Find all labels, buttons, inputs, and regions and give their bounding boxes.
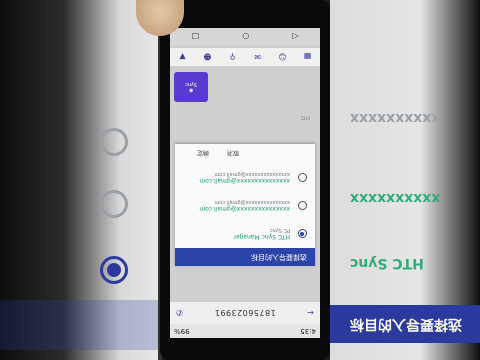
bg-radio-selected bbox=[100, 256, 128, 284]
contact-tile-label: Sync bbox=[184, 81, 198, 87]
option-sub-label: xxxxxxxxxxxxxxx@gmail.com bbox=[214, 199, 290, 206]
back-arrow-icon[interactable]: ← bbox=[306, 309, 315, 318]
background-right: xxxxxxxxxx xxxxxxxxxx HTC Sync 选择要导入的目标 bbox=[330, 0, 480, 360]
radio-unselected[interactable] bbox=[298, 201, 307, 211]
dialog-actions: 取消 确定 bbox=[175, 144, 315, 164]
navigation-bar: ◁ ○ □ bbox=[170, 28, 320, 46]
option-main-label: xxxxxxxxxxxxxxx@gmail.com bbox=[199, 177, 290, 185]
bg-text-3: HTC Sync bbox=[350, 255, 424, 271]
bg-text-title: 选择要导入的目标 bbox=[350, 316, 462, 332]
option-sub-label: PC Sync bbox=[269, 227, 290, 234]
phone: 4:35 99% ← 18756023991 ✆ HTC 选择要导入的目标 HT… bbox=[160, 0, 330, 360]
dialog-title: 选择要导入的目标 bbox=[175, 248, 315, 266]
status-bar: 4:35 99% bbox=[170, 324, 320, 338]
radio-unselected[interactable] bbox=[298, 173, 307, 183]
phone-screen: 4:35 99% ← 18756023991 ✆ HTC 选择要导入的目标 HT… bbox=[170, 28, 320, 338]
bg-title-bar bbox=[0, 300, 160, 350]
message-icon[interactable]: ✉ bbox=[253, 53, 262, 62]
option-main-label: xxxxxxxxxxxxxxx@gmail.com bbox=[199, 205, 290, 213]
background-left bbox=[0, 0, 160, 360]
bg-text-1: xxxxxxxxxx bbox=[350, 110, 441, 126]
smile-icon[interactable]: ☻ bbox=[203, 53, 212, 62]
option-account-1[interactable]: xxxxxxxxxxxxxxx@gmail.com xxxxxxxxxxxxxx… bbox=[175, 192, 315, 220]
dialed-number: 18756023991 bbox=[214, 308, 276, 318]
battery-indicator: 99% bbox=[174, 327, 190, 335]
option-sub-label: xxxxxxxxxxxxxxx@gmail.com bbox=[214, 171, 290, 178]
status-time: 4:35 bbox=[300, 327, 316, 335]
back-icon[interactable]: ◁ bbox=[292, 33, 298, 42]
option-main-label: HTC Sync Manager bbox=[233, 233, 290, 241]
option-account-2[interactable]: xxxxxxxxxxxxxxx@gmail.com xxxxxxxxxxxxxx… bbox=[175, 164, 315, 192]
bg-text-2: xxxxxxxxxx bbox=[350, 190, 441, 206]
cancel-button[interactable]: 取消 bbox=[227, 150, 239, 159]
ok-button[interactable]: 确定 bbox=[197, 150, 209, 159]
contact-tile[interactable]: ◉ Sync bbox=[174, 72, 208, 102]
home-icon[interactable]: ○ bbox=[242, 33, 249, 42]
option-htc-sync[interactable]: HTC Sync Manager PC Sync bbox=[175, 220, 315, 248]
thumb-icon[interactable]: ▼ bbox=[178, 53, 187, 62]
contacts-icon[interactable]: ☺ bbox=[278, 53, 287, 62]
grid-icon[interactable]: ▦ bbox=[303, 53, 312, 62]
phone-icon[interactable]: ✆ bbox=[175, 309, 184, 318]
radio-selected[interactable] bbox=[298, 229, 307, 239]
bg-radio-2 bbox=[100, 190, 128, 218]
import-target-dialog: 选择要导入的目标 HTC Sync Manager PC Sync xxxxxx… bbox=[175, 144, 315, 266]
rotated-screen-content: 4:35 99% ← 18756023991 ✆ HTC 选择要导入的目标 HT… bbox=[170, 28, 320, 338]
contact-label: HTC bbox=[299, 114, 310, 120]
contacts-toolbar: ▦ ☺ ✉ ⚲ ☻ ▼ bbox=[170, 48, 320, 66]
recent-apps-icon[interactable]: □ bbox=[192, 33, 200, 42]
chat-icon: ◉ bbox=[188, 87, 194, 93]
pin-icon[interactable]: ⚲ bbox=[228, 53, 237, 62]
bg-radio-1 bbox=[100, 128, 128, 156]
dialer-bar: ← 18756023991 ✆ bbox=[170, 302, 320, 324]
